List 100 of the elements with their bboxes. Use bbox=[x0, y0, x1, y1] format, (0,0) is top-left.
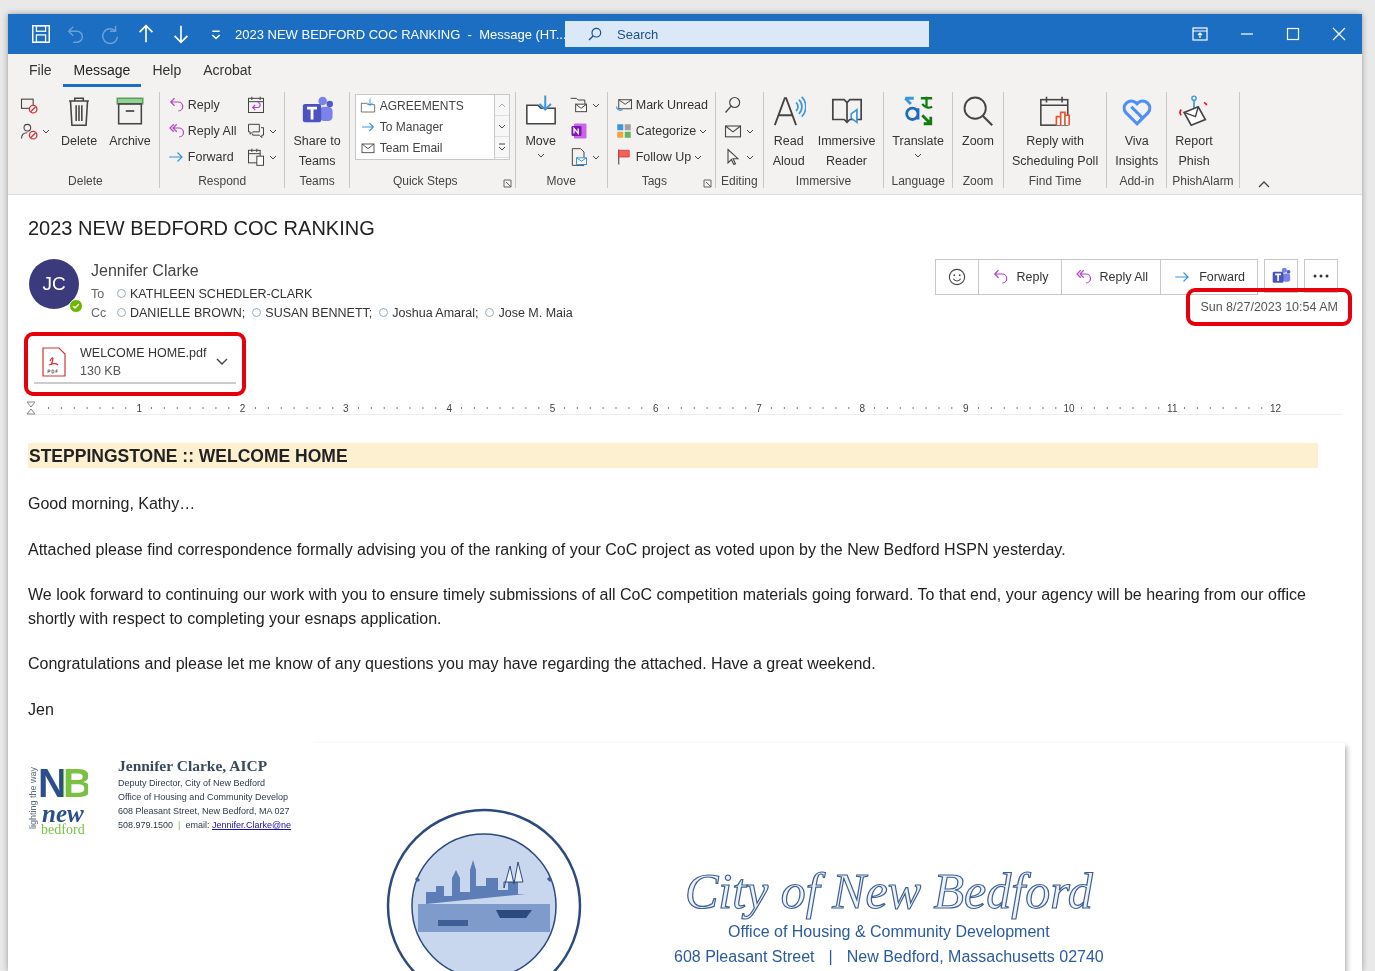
caret-icon bbox=[536, 153, 545, 158]
ruler-number: 1 bbox=[134, 402, 145, 414]
calendar-phone-icon bbox=[246, 147, 267, 167]
ruler-number: 4 bbox=[444, 402, 454, 414]
folder-arrow-icon bbox=[359, 98, 376, 115]
caret-icon bbox=[42, 128, 50, 134]
ribbon-button[interactable]: Forward bbox=[164, 144, 239, 170]
ruler-number: 9 bbox=[960, 402, 971, 414]
ruler-number: 8 bbox=[857, 402, 868, 414]
ribbon-button[interactable]: Reply with Scheduling Poll bbox=[1009, 92, 1102, 172]
maximize-icon[interactable] bbox=[1286, 27, 1300, 41]
ribbon-button[interactable]: Immersive Reader bbox=[814, 92, 879, 172]
signature-name: Jennifer Clarke, AICP bbox=[118, 757, 269, 775]
caret-icon bbox=[746, 128, 754, 134]
save-icon[interactable] bbox=[30, 23, 52, 45]
ribbon-group-label: Respond bbox=[198, 174, 247, 188]
ribbon-button[interactable]: Report Phish bbox=[1172, 92, 1216, 172]
email-link[interactable]: Jennifer.Clarke@ne bbox=[211, 820, 292, 830]
heading-banner: STEPPINGSTONE :: WELCOME HOME bbox=[28, 443, 1318, 468]
teams-logo-icon bbox=[1271, 266, 1291, 286]
window-title: 2023 NEW BEDFORD COC RANKING - Message (HT... bbox=[235, 26, 565, 42]
attachment-size: 130 KB bbox=[80, 363, 122, 380]
ribbon-button[interactable]: Share to Teams bbox=[290, 92, 344, 172]
ribbon-button[interactable]: Mark Unread bbox=[612, 92, 710, 118]
message-subject: 2023 NEW BEDFORD COC RANKING bbox=[28, 217, 376, 241]
attachment-name: WELCOME HOME.pdf bbox=[80, 345, 208, 362]
signature-line: Deputy Director, City of New Bedford bbox=[118, 777, 267, 790]
ribbon-display-icon[interactable] bbox=[1192, 27, 1208, 41]
menu-tab[interactable]: File bbox=[18, 55, 63, 87]
ribbon-group-label: Immersive bbox=[795, 174, 852, 188]
caret-icon bbox=[694, 154, 703, 160]
smiley-icon bbox=[947, 268, 966, 286]
ribbon-button[interactable]: Categorize bbox=[612, 118, 710, 144]
ruler-number: 7 bbox=[754, 402, 764, 414]
ribbon-button[interactable]: Zoom bbox=[958, 92, 998, 152]
calendar-chart-icon bbox=[1038, 94, 1073, 128]
ribbon-group-label: Add-in bbox=[1119, 174, 1155, 188]
quick-step-item[interactable]: To Manager bbox=[359, 116, 490, 138]
ribbon-button[interactable]: Reply All bbox=[164, 118, 239, 144]
ribbon-group-label: Zoom bbox=[962, 174, 994, 188]
ribbon-button[interactable]: Reply bbox=[164, 92, 239, 118]
ribbon-button[interactable]: Translate bbox=[889, 92, 947, 160]
quick-step-item[interactable]: AGREEMENTS bbox=[359, 96, 490, 117]
caret-icon bbox=[269, 154, 278, 160]
separator: | bbox=[828, 948, 833, 966]
collapse-ribbon-icon[interactable] bbox=[1257, 180, 1270, 188]
person-blocked-icon bbox=[19, 121, 39, 141]
caret-icon bbox=[591, 102, 600, 108]
ribbon-button[interactable]: Archive bbox=[106, 92, 154, 152]
ribbon-group-label: Language bbox=[891, 174, 945, 188]
ribbon-group-label: Move bbox=[546, 174, 576, 188]
more-dots-icon bbox=[1313, 274, 1329, 278]
caret-icon bbox=[591, 154, 600, 160]
caret-icon bbox=[914, 153, 923, 158]
dialog-launcher-icon[interactable] bbox=[703, 179, 712, 188]
caret-icon bbox=[269, 128, 278, 134]
search-icon bbox=[587, 26, 603, 42]
ribbon-group-label: Teams bbox=[299, 174, 335, 188]
recipient[interactable]: KATHLEEN SCHEDLER-CLARK bbox=[117, 286, 313, 301]
magnifier-icon bbox=[961, 94, 995, 128]
sender-name: Jennifer Clarke bbox=[91, 261, 200, 281]
ribbon-group-label: Tags bbox=[641, 174, 668, 188]
pdf-file-icon bbox=[42, 347, 66, 377]
ribbon-group-label: Editing bbox=[721, 174, 758, 188]
signature-line: Office of Housing and Community Develop bbox=[118, 791, 289, 804]
logo-word: bedford bbox=[41, 823, 85, 837]
recipient[interactable]: DANIELLE BROWN; bbox=[117, 305, 246, 320]
letterhead-city: New Bedford, Massachusetts 02740 bbox=[846, 948, 1104, 966]
letterhead-street: 608 Pleasant Street bbox=[674, 948, 815, 966]
dialog-launcher-icon[interactable] bbox=[502, 179, 512, 188]
close-icon[interactable] bbox=[1332, 27, 1346, 41]
ribbon-button[interactable]: Viva Insights bbox=[1112, 92, 1162, 172]
ruler-number: 2 bbox=[237, 402, 248, 414]
recipient[interactable]: Jose M. Maia bbox=[485, 305, 573, 320]
quick-step-item[interactable]: Team Email bbox=[359, 137, 490, 158]
menu-tab[interactable]: Help bbox=[141, 55, 193, 87]
ribbon-button[interactable]: Move bbox=[520, 92, 561, 160]
expand-icon bbox=[497, 143, 506, 151]
body-paragraph: Jen bbox=[28, 699, 55, 720]
ribbon-group-label: Quick Steps bbox=[392, 174, 458, 188]
ribbon-button[interactable]: Read Aloud bbox=[768, 92, 809, 172]
folder-envelope-icon bbox=[568, 95, 589, 115]
caret-icon bbox=[497, 123, 506, 129]
chevron-down-icon[interactable] bbox=[216, 358, 228, 366]
caret-icon bbox=[746, 154, 754, 160]
body-paragraph: We look forward to continuing our work with you to ensure timely submissions of all CoC competition materials going forward. To that end, your agency will be hearing from our office shortly with respect to completing your esnaps application. bbox=[28, 585, 1307, 629]
ruler-number: 11 bbox=[1165, 402, 1180, 414]
signature-line: 608 Pleasant Street, New Bedford, MA 027 bbox=[118, 805, 291, 818]
recipient[interactable]: Joshua Amaral; bbox=[379, 305, 479, 320]
ribbon-button[interactable]: Follow Up bbox=[612, 144, 710, 170]
letter-speaker-icon bbox=[771, 94, 806, 128]
ruler-number: 10 bbox=[1061, 402, 1077, 414]
recipient[interactable]: SUSAN BENNETT; bbox=[252, 305, 373, 320]
menu-tab[interactable]: Acrobat bbox=[192, 55, 263, 87]
ruler-number: 12 bbox=[1268, 402, 1284, 414]
ribbon-button[interactable]: Delete bbox=[58, 92, 101, 152]
caret-icon bbox=[699, 128, 708, 134]
email-label: email: bbox=[185, 820, 210, 830]
letterhead-title: City of New Bedford bbox=[684, 863, 1093, 919]
search-field[interactable]: Search bbox=[565, 21, 929, 47]
